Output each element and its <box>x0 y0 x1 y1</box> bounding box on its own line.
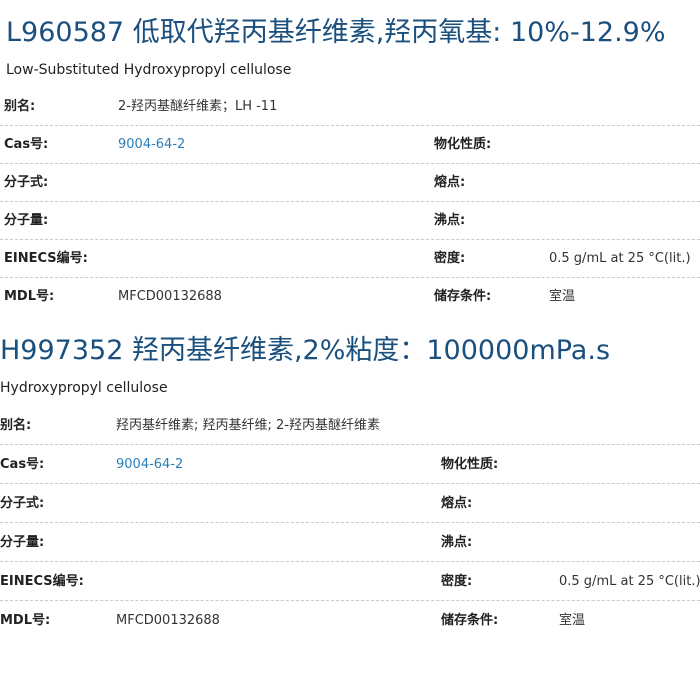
storage-value: 室温 <box>559 613 586 628</box>
melting-point-label: 熔点: <box>441 496 473 511</box>
product-english-name: Hydroxypropyl cellulose <box>0 380 168 396</box>
product-title[interactable]: H997352 羟丙基纤维素,2%粘度：100000mPa.s <box>0 334 610 368</box>
formula-label: 分子式: <box>4 175 49 190</box>
table-row: MDL号: MFCD00132688 储存条件: 室温 <box>0 278 700 316</box>
table-row: 分子式: 熔点: <box>0 164 700 202</box>
cas-label: Cas号: <box>4 137 49 152</box>
density-value: 0.5 g/mL at 25 °C(lit.) <box>559 574 700 589</box>
storage-value: 室温 <box>549 289 576 304</box>
molecular-weight-label: 分子量: <box>0 535 45 550</box>
einecs-label: EINECS编号: <box>4 251 88 266</box>
table-row: Cas号: 9004-64-2 物化性质: <box>0 126 700 164</box>
density-label: 密度: <box>441 574 473 589</box>
table-row: 别名: 2-羟丙基醚纤维素；LH -11 <box>0 88 700 126</box>
table-row: 分子式: 熔点: <box>0 485 700 523</box>
mdl-label: MDL号: <box>4 289 55 304</box>
formula-label: 分子式: <box>0 496 45 511</box>
boiling-point-label: 沸点: <box>441 535 473 550</box>
mdl-label: MDL号: <box>0 613 51 628</box>
storage-label: 储存条件: <box>441 613 499 628</box>
table-row: Cas号: 9004-64-2 物化性质: <box>0 446 700 484</box>
product-title[interactable]: L960587 低取代羟丙基纤维素,羟丙氧基: 10%-12.9% <box>6 16 665 50</box>
table-row: 分子量: 沸点: <box>0 524 700 562</box>
melting-point-label: 熔点: <box>434 175 466 190</box>
table-row: MDL号: MFCD00132688 储存条件: 室温 <box>0 602 700 640</box>
cas-label: Cas号: <box>0 457 45 472</box>
mdl-value: MFCD00132688 <box>116 613 220 628</box>
alias-label: 别名: <box>4 99 36 114</box>
product-english-name: Low-Substituted Hydroxypropyl cellulose <box>6 62 292 78</box>
table-row: 分子量: 沸点: <box>0 202 700 240</box>
product-block-2: H997352 羟丙基纤维素,2%粘度：100000mPa.s Hydroxyp… <box>0 318 700 658</box>
alias-label: 别名: <box>0 418 32 433</box>
cas-link[interactable]: 9004-64-2 <box>118 126 185 164</box>
einecs-label: EINECS编号: <box>0 574 84 589</box>
molecular-weight-label: 分子量: <box>4 213 49 228</box>
table-row: EINECS编号: 密度: 0.5 g/mL at 25 °C(lit.) <box>0 240 700 278</box>
table-row: 别名: 羟丙基纤维素; 羟丙基纤维; 2-羟丙基醚纤维素 <box>0 407 700 445</box>
properties-label: 物化性质: <box>441 457 499 472</box>
boiling-point-label: 沸点: <box>434 213 466 228</box>
table-row: EINECS编号: 密度: 0.5 g/mL at 25 °C(lit.) <box>0 563 700 601</box>
density-label: 密度: <box>434 251 466 266</box>
storage-label: 储存条件: <box>434 289 492 304</box>
properties-label: 物化性质: <box>434 137 492 152</box>
alias-value: 2-羟丙基醚纤维素；LH -11 <box>118 99 278 114</box>
product-block-1: L960587 低取代羟丙基纤维素,羟丙氧基: 10%-12.9% Low-Su… <box>0 0 700 318</box>
density-value: 0.5 g/mL at 25 °C(lit.) <box>549 251 691 266</box>
cas-link[interactable]: 9004-64-2 <box>116 446 183 484</box>
alias-value: 羟丙基纤维素; 羟丙基纤维; 2-羟丙基醚纤维素 <box>116 418 380 433</box>
mdl-value: MFCD00132688 <box>118 289 222 304</box>
